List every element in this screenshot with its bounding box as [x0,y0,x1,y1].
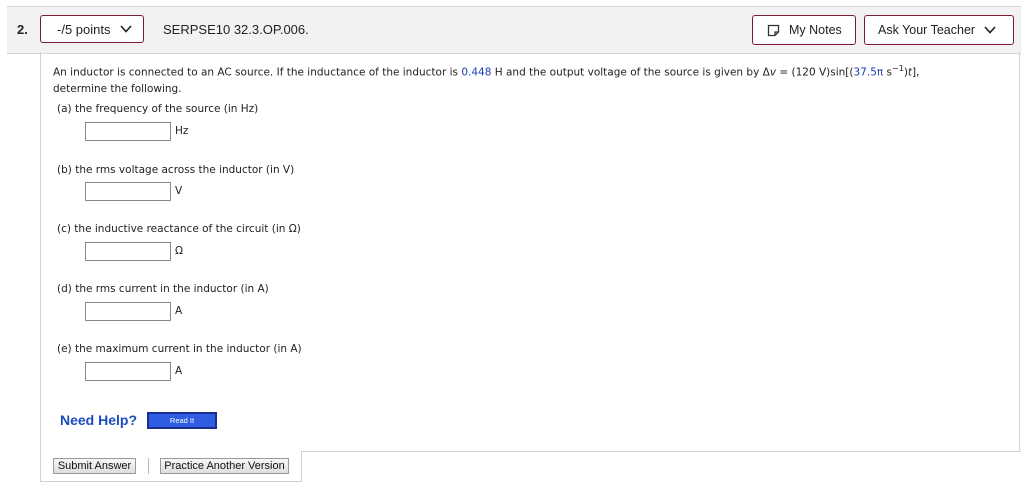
part-d-unit: A [175,305,183,317]
chevron-down-icon [120,25,133,33]
my-notes-button[interactable]: My Notes [752,15,856,45]
submit-answer-button[interactable]: Submit Answer [53,458,136,474]
part-e-label: (e) the maximum current in the inductor … [57,343,302,355]
part-b-answer-input[interactable] [85,182,171,201]
points-label: -/5 points [57,21,111,37]
my-notes-label: My Notes [789,23,842,37]
part-b-label: (b) the rms voltage across the inductor … [57,164,295,176]
ask-your-teacher-button[interactable]: Ask Your Teacher [864,15,1014,45]
points-dropdown-button[interactable]: -/5 points [40,15,144,43]
part-d-answer-input[interactable] [85,302,171,321]
part-c-unit: Ω [175,245,184,257]
notes-icon [767,24,780,36]
question-text: An inductor is connected to an AC source… [53,64,920,95]
part-e-answer-input[interactable] [85,362,171,381]
part-e-unit: A [175,365,183,377]
part-b-unit: V [175,185,183,197]
part-a-answer-input[interactable] [85,122,171,141]
question-id: SERPSE10 32.3.OP.006. [163,22,309,37]
chevron-down-icon [984,26,996,34]
part-a-unit: Hz [175,125,189,137]
read-it-button[interactable]: Read It [147,412,217,429]
button-separator [148,458,149,474]
part-a-label: (a) the frequency of the source (in Hz) [57,103,259,115]
part-d-label: (d) the rms current in the inductor (in … [57,283,269,295]
part-c-label: (c) the inductive reactance of the circu… [57,223,301,235]
divider [301,451,1021,452]
ask-teacher-label: Ask Your Teacher [878,23,976,37]
practice-another-version-button[interactable]: Practice Another Version [160,458,289,474]
need-help-label: Need Help? [60,412,138,428]
part-c-answer-input[interactable] [85,242,171,261]
question-number: 2. [17,22,28,37]
omega-value: 37.5π [853,66,884,79]
inductance-value: 0.448 [461,66,492,79]
